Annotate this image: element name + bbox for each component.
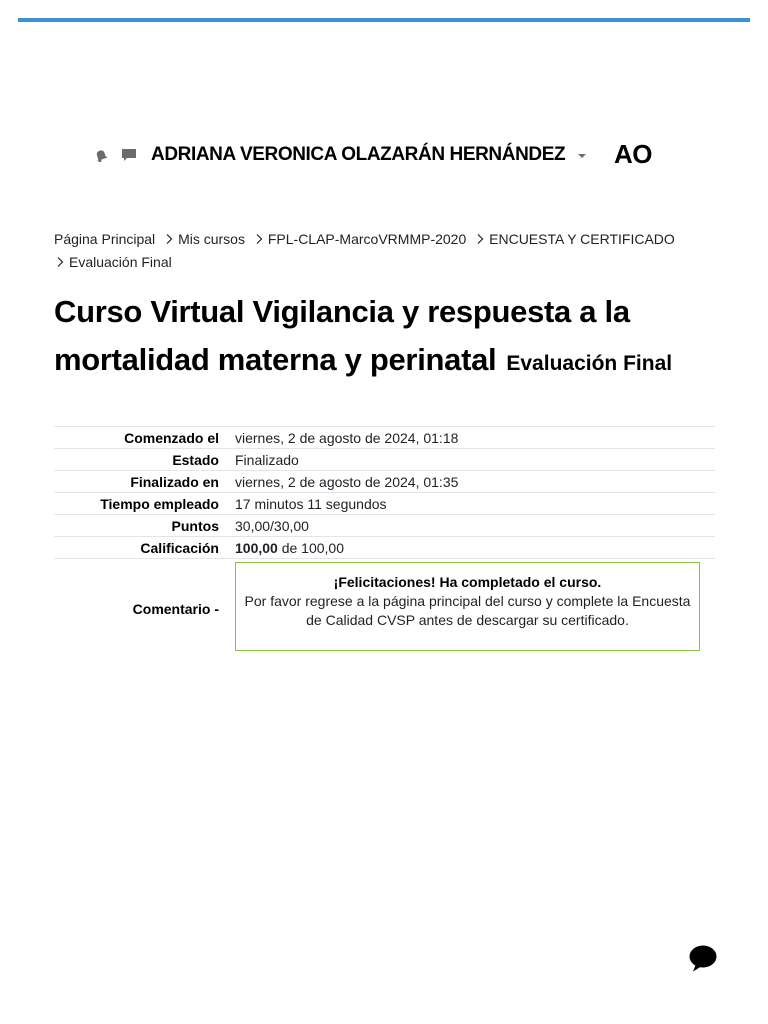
message-icon[interactable] [121,147,137,163]
table-row: Calificación 100,00 de 100,00 [54,536,715,559]
top-accent-bar [18,18,750,22]
attempt-summary-table: Comenzado el viernes, 2 de agosto de 202… [54,426,715,659]
chevron-right-icon [166,234,173,244]
row-label: Estado [54,448,227,471]
breadcrumb-item-course[interactable]: FPL-CLAP-MarcoVRMMP-2020 [268,231,466,247]
row-value: 30,00/30,00 [227,514,715,537]
row-value: viernes, 2 de agosto de 2024, 01:18 [227,426,715,449]
comment-cell: ¡Felicitaciones! Ha completado el curso.… [227,558,715,659]
table-row: Puntos 30,00/30,00 [54,514,715,537]
row-label: Comenzado el [54,426,227,449]
row-value: Finalizado [227,448,715,471]
grade-max: de 100,00 [277,539,344,556]
row-label: Finalizado en [54,470,227,493]
avatar[interactable]: AO [614,139,653,170]
user-navbar: ADRIANA VERONICA OLAZARÁN HERNÁNDEZ AO [0,138,768,172]
grade-value: 100,00 de 100,00 [227,536,715,559]
table-row: Comentario - ¡Felicitaciones! Ha complet… [54,558,715,659]
table-row: Estado Finalizado [54,448,715,471]
page-subtitle: Evaluación Final [506,352,673,375]
row-label: Puntos [54,514,227,537]
page-title: Curso Virtual Vigilancia y respuesta a l… [54,288,734,388]
bell-icon[interactable] [94,148,108,162]
breadcrumb: Página Principal Mis cursos FPL-CLAP-Mar… [54,228,714,274]
table-row: Tiempo empleado 17 minutos 11 segundos [54,492,715,515]
chevron-right-icon [477,234,484,244]
row-label: Tiempo empleado [54,492,227,515]
table-row: Finalizado en viernes, 2 de agosto de 20… [54,470,715,493]
table-row: Comenzado el viernes, 2 de agosto de 202… [54,426,715,449]
feedback-title: ¡Felicitaciones! Ha completado el curso. [333,574,602,590]
breadcrumb-item-section[interactable]: ENCUESTA Y CERTIFICADO [489,231,675,247]
breadcrumb-item-home[interactable]: Página Principal [54,231,155,247]
chat-bubble-icon[interactable] [688,943,718,973]
grade-score: 100,00 [235,539,278,556]
user-menu-name[interactable]: ADRIANA VERONICA OLAZARÁN HERNÁNDEZ [151,144,566,166]
caret-down-icon[interactable] [577,152,587,160]
chevron-right-icon [57,257,64,267]
comment-label: Comentario - [54,558,227,659]
breadcrumb-item-my-courses[interactable]: Mis cursos [178,231,245,247]
row-value: viernes, 2 de agosto de 2024, 01:35 [227,470,715,493]
feedback-box: ¡Felicitaciones! Ha completado el curso.… [235,562,700,651]
chevron-right-icon [256,234,263,244]
grade-label: Calificación [54,536,227,559]
feedback-body: Por favor regrese a la página principal … [244,593,691,628]
breadcrumb-item-quiz[interactable]: Evaluación Final [69,254,172,270]
row-value: 17 minutos 11 segundos [227,492,715,515]
